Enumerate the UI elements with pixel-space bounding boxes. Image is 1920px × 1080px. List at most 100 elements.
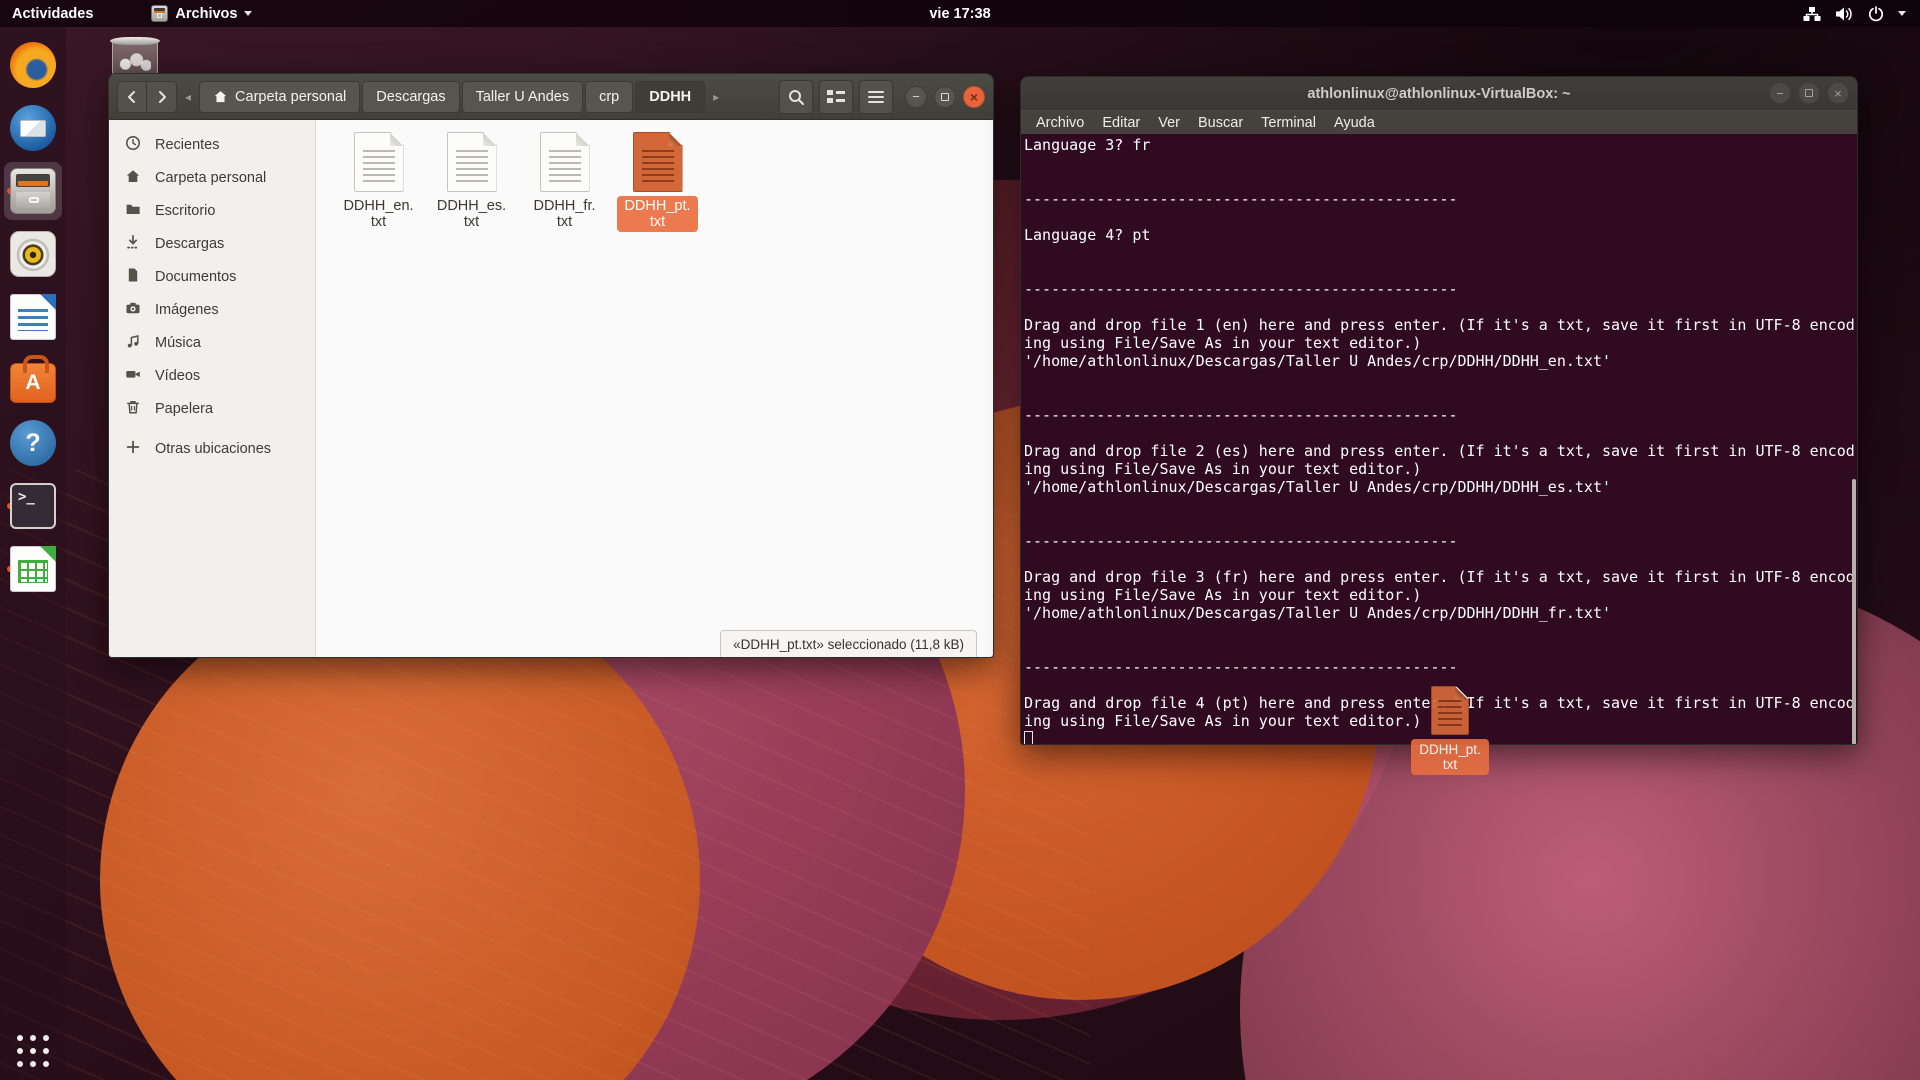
dock-item-firefox[interactable] xyxy=(4,36,62,94)
terminal-menu-archivo[interactable]: Archivo xyxy=(1027,111,1093,134)
terminal-output-line: ing using File/Save As in your text edit… xyxy=(1024,460,1857,478)
sidebar-item-carpeta-personal[interactable]: Carpeta personal xyxy=(109,161,315,194)
terminal-output-line: ----------------------------------------… xyxy=(1024,532,1857,550)
terminal-prompt-line xyxy=(1024,730,1857,744)
forward-button[interactable] xyxy=(147,81,177,113)
clock[interactable]: vie 17:38 xyxy=(929,6,990,22)
window-menu-button[interactable] xyxy=(859,80,893,114)
volume-icon xyxy=(1835,6,1854,22)
chevron-down-icon xyxy=(1898,11,1906,16)
top-bar: Actividades Archivos vie 17:38 xyxy=(0,0,1920,27)
dock-item-calc[interactable] xyxy=(4,540,62,598)
sidebar-item-música[interactable]: Música xyxy=(109,326,315,359)
dock-item-help[interactable]: ? xyxy=(4,414,62,472)
dock-item-rhythmbox[interactable] xyxy=(4,225,62,283)
ubuntu-software-icon: A xyxy=(10,363,56,403)
view-toggle-button[interactable] xyxy=(819,80,853,114)
terminal-menu-terminal[interactable]: Terminal xyxy=(1252,111,1325,134)
activities-button[interactable]: Actividades xyxy=(0,0,105,27)
file-DDHH_fr.txt[interactable]: DDHH_fr.txt xyxy=(518,132,611,232)
terminal-output-line: Drag and drop file 3 (fr) here and press… xyxy=(1024,568,1857,586)
breadcrumb-ddhh[interactable]: DDHH xyxy=(635,81,705,113)
dock-item-software[interactable]: A xyxy=(4,351,62,409)
close-button[interactable]: × xyxy=(963,86,985,108)
show-applications-button[interactable] xyxy=(17,1035,49,1067)
file-list-area[interactable]: DDHH_en.txt DDHH_es.txt DDHH_fr.txt DDHH… xyxy=(316,120,993,658)
terminal-menu-ver[interactable]: Ver xyxy=(1149,111,1189,134)
document-icon xyxy=(125,267,141,287)
terminal-output-line: '/home/athlonlinux/Descargas/Taller U An… xyxy=(1024,604,1857,622)
power-icon xyxy=(1868,6,1884,22)
sidebar-item-imágenes[interactable]: Imágenes xyxy=(109,293,315,326)
trash-icon xyxy=(125,399,141,419)
dock-item-writer[interactable] xyxy=(4,288,62,346)
terminal-output-line: ing using File/Save As in your text edit… xyxy=(1024,334,1857,352)
minimize-button[interactable]: − xyxy=(1769,82,1791,104)
firefox-icon xyxy=(10,42,56,88)
terminal-output-line xyxy=(1024,514,1857,532)
sidebar-item-papelera[interactable]: Papelera xyxy=(109,392,315,425)
sidebar-item-descargas[interactable]: Descargas xyxy=(109,227,315,260)
search-button[interactable] xyxy=(779,80,813,114)
sidebar-item-escritorio[interactable]: Escritorio xyxy=(109,194,315,227)
file-DDHH_pt.txt[interactable]: DDHH_pt.txt xyxy=(611,132,704,232)
terminal-scrollbar[interactable] xyxy=(1852,479,1856,744)
network-icon xyxy=(1803,6,1821,22)
terminal-output-line xyxy=(1024,208,1857,226)
terminal-output-line: ing using File/Save As in your text edit… xyxy=(1024,586,1857,604)
terminal-menu-buscar[interactable]: Buscar xyxy=(1189,111,1252,134)
breadcrumb-taller-u-andes[interactable]: Taller U Andes xyxy=(462,81,584,113)
sidebar-item-recientes[interactable]: Recientes xyxy=(109,128,315,161)
sidebar-item-vídeos[interactable]: Vídeos xyxy=(109,359,315,392)
close-button[interactable]: × xyxy=(1827,82,1849,104)
files-file-cabinet-icon xyxy=(10,168,56,214)
system-status-area[interactable] xyxy=(1803,0,1920,27)
terminal-output-line: '/home/athlonlinux/Descargas/Taller U An… xyxy=(1024,478,1857,496)
minimize-button[interactable]: − xyxy=(905,86,927,108)
chevron-right-icon[interactable]: ▸ xyxy=(711,90,721,104)
terminal-output-line xyxy=(1024,388,1857,406)
dock-item-files[interactable] xyxy=(4,162,62,220)
file-DDHH_en.txt[interactable]: DDHH_en.txt xyxy=(332,132,425,232)
terminal-output-line xyxy=(1024,640,1857,658)
file-name-label: DDHH_pt.txt xyxy=(617,196,697,232)
terminal-menu-ayuda[interactable]: Ayuda xyxy=(1325,111,1384,134)
files-app-icon xyxy=(151,5,168,22)
chevron-left-icon[interactable]: ◂ xyxy=(183,90,193,104)
sidebar-item-documentos[interactable]: Documentos xyxy=(109,260,315,293)
breadcrumb-carpeta-personal[interactable]: Carpeta personal xyxy=(199,81,360,113)
maximize-button[interactable] xyxy=(934,86,956,108)
libreoffice-writer-icon xyxy=(10,294,56,340)
file-name-label: DDHH_fr.txt xyxy=(526,196,602,232)
help-question-icon: ? xyxy=(10,420,56,466)
file-name-label: DDHH_en.txt xyxy=(336,196,420,232)
dock-item-terminal[interactable]: >_ xyxy=(4,477,62,535)
files-window: ◂ Carpeta personalDescargasTaller U Ande… xyxy=(108,73,994,658)
terminal-menu-editar[interactable]: Editar xyxy=(1093,111,1149,134)
dock-item-thunderbird[interactable] xyxy=(4,99,62,157)
terminal-output-line xyxy=(1024,550,1857,568)
terminal-output-line: ----------------------------------------… xyxy=(1024,280,1857,298)
maximize-button[interactable] xyxy=(1798,82,1820,104)
app-menu-label: Archivos xyxy=(175,6,237,22)
terminal-menubar: ArchivoEditarVerBuscarTerminalAyuda xyxy=(1021,110,1857,134)
home-icon xyxy=(213,89,228,104)
terminal-screen[interactable]: Language 3? fr -------------------------… xyxy=(1021,134,1857,744)
terminal-output-line xyxy=(1024,424,1857,442)
terminal-title: athlonlinux@athlonlinux-VirtualBox: ~ xyxy=(1307,86,1570,102)
breadcrumb-crp[interactable]: crp xyxy=(585,81,633,113)
terminal-output-line: Drag and drop file 2 (es) here and press… xyxy=(1024,442,1857,460)
sidebar-item-otras-ubicaciones[interactable]: Otras ubicaciones xyxy=(109,432,315,465)
back-button[interactable] xyxy=(117,81,147,113)
terminal-output-line: ----------------------------------------… xyxy=(1024,190,1857,208)
files-headerbar: ◂ Carpeta personalDescargasTaller U Ande… xyxy=(109,74,993,120)
camera-icon xyxy=(125,300,141,320)
terminal-output-line: Language 3? fr xyxy=(1024,136,1857,154)
folder-icon xyxy=(125,201,141,221)
app-menu-button[interactable]: Archivos xyxy=(139,0,264,27)
terminal-output-line xyxy=(1024,262,1857,280)
breadcrumb-descargas[interactable]: Descargas xyxy=(362,81,459,113)
file-DDHH_es.txt[interactable]: DDHH_es.txt xyxy=(425,132,518,232)
dock: A? >_ xyxy=(0,27,66,1080)
terminal-titlebar[interactable]: athlonlinux@athlonlinux-VirtualBox: ~ − … xyxy=(1021,77,1857,110)
